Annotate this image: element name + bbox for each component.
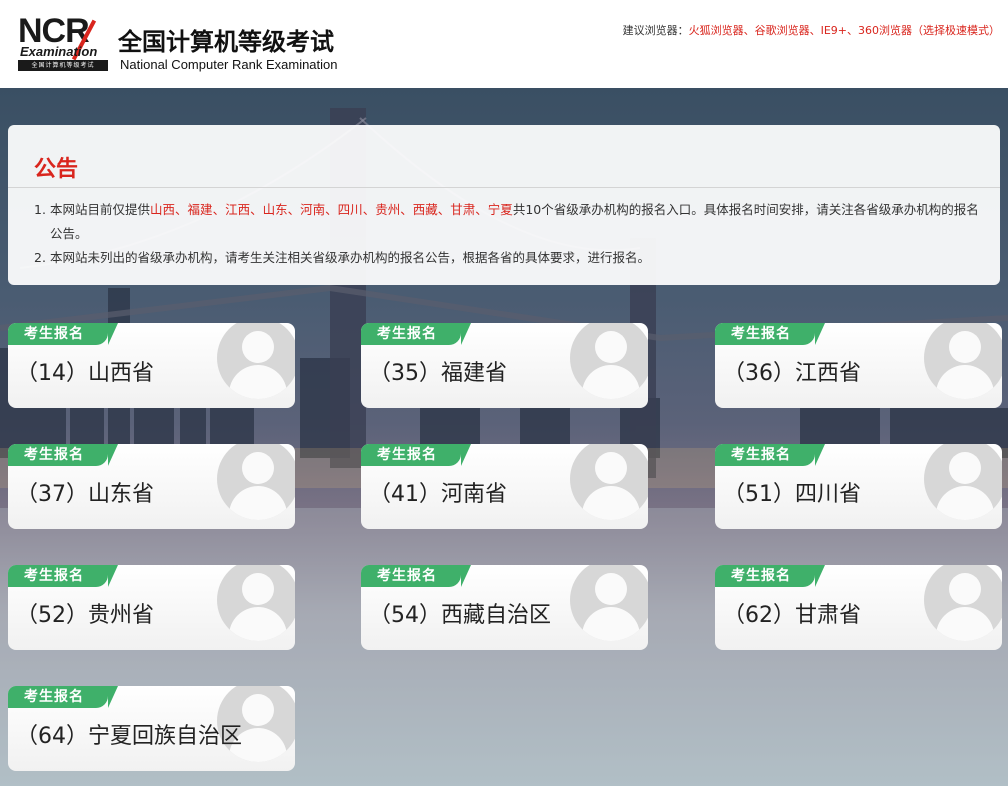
province-card-label: （41）河南省 xyxy=(369,482,507,507)
notice-title: 公告 xyxy=(34,157,79,182)
notice-panel: 公告 1. 本网站目前仅提供山西、福建、江西、山东、河南、四川、贵州、西藏、甘肃… xyxy=(8,125,1000,285)
browser-tip-list: 火狐浏览器、谷歌浏览器、IE9+、360浏览器（选择极速模式） xyxy=(688,24,1000,37)
logo-bar-text: 全国计算机等级考试 xyxy=(18,60,108,71)
registration-badge: 考生报名 xyxy=(361,323,471,345)
notice-list: 1. 本网站目前仅提供山西、福建、江西、山东、河南、四川、贵州、西藏、甘肃、宁夏… xyxy=(34,198,984,270)
notice-item-number: 2. xyxy=(34,250,46,265)
province-link-henan[interactable]: 河南 xyxy=(300,202,325,217)
logo-subtext: Examination xyxy=(20,44,98,59)
province-link-ningxia[interactable]: 宁夏 xyxy=(488,202,513,217)
registration-badge: 考生报名 xyxy=(8,444,118,466)
province-separator: 、 xyxy=(325,202,338,217)
province-link-jiangxi[interactable]: 江西 xyxy=(225,202,250,217)
province-card-shandong[interactable]: 考生报名 （37）山东省 xyxy=(8,444,295,529)
registration-badge: 考生报名 xyxy=(8,686,118,708)
user-avatar-icon xyxy=(924,444,1002,520)
site-subtitle: National Computer Rank Examination xyxy=(120,57,338,72)
province-separator: 、 xyxy=(175,202,188,217)
province-card-label: （52）贵州省 xyxy=(16,603,154,628)
user-avatar-icon xyxy=(924,323,1002,399)
browser-recommendation: 建议浏览器：火狐浏览器、谷歌浏览器、IE9+、360浏览器（选择极速模式） xyxy=(623,22,1000,38)
user-avatar-icon xyxy=(217,323,295,399)
province-card-label: （35）福建省 xyxy=(369,361,507,386)
site-title: 全国计算机等级考试 xyxy=(118,28,334,56)
province-card-henan[interactable]: 考生报名 （41）河南省 xyxy=(361,444,648,529)
province-card-ningxia[interactable]: 考生报名 （64）宁夏回族自治区 xyxy=(8,686,295,771)
browser-tip-label: 建议浏览器： xyxy=(622,24,689,37)
province-separator: 、 xyxy=(400,202,413,217)
user-avatar-icon xyxy=(570,565,648,641)
ncre-logo[interactable]: NCR Examination 全国计算机等级考试 xyxy=(18,14,108,72)
background-cityscape: 公告 1. 本网站目前仅提供山西、福建、江西、山东、河南、四川、贵州、西藏、甘肃… xyxy=(0,88,1008,786)
notice-item-number: 1. xyxy=(34,202,46,217)
registration-badge: 考生报名 xyxy=(361,565,471,587)
province-card-label: （14）山西省 xyxy=(16,361,154,386)
province-link-shanxi[interactable]: 山西 xyxy=(150,202,175,217)
province-separator: 、 xyxy=(212,202,226,217)
province-card-label: （51）四川省 xyxy=(723,482,861,507)
registration-badge: 考生报名 xyxy=(8,565,118,587)
notice-divider xyxy=(8,187,1000,188)
registration-badge: 考生报名 xyxy=(715,565,825,587)
province-card-guizhou[interactable]: 考生报名 （52）贵州省 xyxy=(8,565,295,650)
registration-badge: 考生报名 xyxy=(361,444,471,466)
province-card-jiangxi[interactable]: 考生报名 （36）江西省 xyxy=(715,323,1002,408)
province-card-gansu[interactable]: 考生报名 （62）甘肃省 xyxy=(715,565,1002,650)
notice-item-1: 1. 本网站目前仅提供山西、福建、江西、山东、河南、四川、贵州、西藏、甘肃、宁夏… xyxy=(34,198,984,246)
province-link-xizang[interactable]: 西藏 xyxy=(413,202,438,217)
province-separator: 、 xyxy=(475,202,488,217)
province-card-shanxi[interactable]: 考生报名 （14）山西省 xyxy=(8,323,295,408)
notice-item-1-prefix: 本网站目前仅提供 xyxy=(50,202,151,217)
logo-wordmark: NCR xyxy=(18,12,90,50)
province-separator: 、 xyxy=(437,202,451,217)
province-card-sichuan[interactable]: 考生报名 （51）四川省 xyxy=(715,444,1002,529)
province-card-label: （54）西藏自治区 xyxy=(369,603,551,628)
province-link-shandong[interactable]: 山东 xyxy=(263,202,288,217)
province-card-label: （36）江西省 xyxy=(723,361,861,386)
province-card-fujian[interactable]: 考生报名 （35）福建省 xyxy=(361,323,648,408)
province-card-label: （62）甘肃省 xyxy=(723,603,861,628)
user-avatar-icon xyxy=(570,323,648,399)
user-avatar-icon xyxy=(217,444,295,520)
province-link-guizhou[interactable]: 贵州 xyxy=(375,202,400,217)
province-card-label: （37）山东省 xyxy=(16,482,154,507)
province-card-xizang[interactable]: 考生报名 （54）西藏自治区 xyxy=(361,565,648,650)
province-separator: 、 xyxy=(250,202,263,217)
user-avatar-icon xyxy=(217,565,295,641)
site-header: NCR Examination 全国计算机等级考试 全国计算机等级考试 Nati… xyxy=(0,0,1008,88)
registration-badge: 考生报名 xyxy=(715,323,825,345)
province-separator: 、 xyxy=(287,202,301,217)
user-avatar-icon xyxy=(570,444,648,520)
province-link-gansu[interactable]: 甘肃 xyxy=(450,202,475,217)
registration-badge: 考生报名 xyxy=(715,444,825,466)
notice-item-2: 2. 本网站未列出的省级承办机构，请考生关注相关省级承办机构的报名公告，根据各省… xyxy=(34,246,984,270)
province-separator: 、 xyxy=(362,202,376,217)
province-card-label: （64）宁夏回族自治区 xyxy=(16,724,242,749)
user-avatar-icon xyxy=(924,565,1002,641)
province-link-sichuan[interactable]: 四川 xyxy=(338,202,363,217)
notice-item-2-text: 本网站未列出的省级承办机构，请考生关注相关省级承办机构的报名公告，根据各省的具体… xyxy=(50,250,651,265)
province-link-fujian[interactable]: 福建 xyxy=(188,202,213,217)
registration-badge: 考生报名 xyxy=(8,323,118,345)
